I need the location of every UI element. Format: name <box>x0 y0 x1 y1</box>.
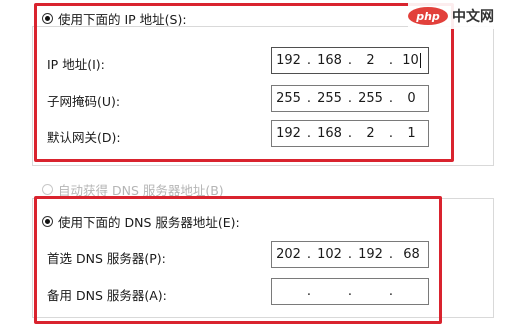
radio-unchecked-icon <box>42 184 53 195</box>
site-watermark: php 中文网 <box>408 3 494 29</box>
ipv4-properties-dialog: 使用下面的 IP 地址(S): IP 地址(I): 192. 168. 2. 1… <box>0 0 508 326</box>
watermark-text: 中文网 <box>452 9 494 25</box>
php-logo-icon: php <box>408 7 448 25</box>
ip-highlight-box <box>34 3 454 162</box>
dns-highlight-box <box>34 196 442 324</box>
